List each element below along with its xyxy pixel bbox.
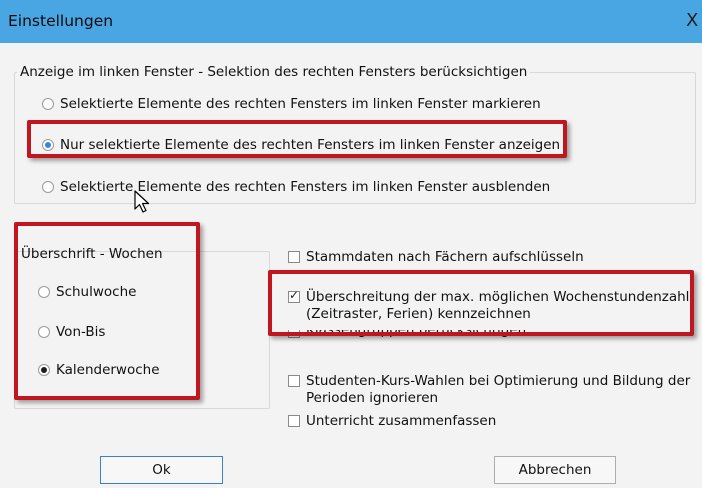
- checkbox[interactable]: [288, 375, 300, 387]
- mouse-cursor-icon: [134, 190, 150, 213]
- left-window-group-label: Anzeige im linken Fenster - Selektion de…: [17, 64, 531, 80]
- checkbox-studenten-kurs-label: Studenten-Kurs-Wahlen bei Optimierung un…: [306, 373, 691, 389]
- checkbox-studenten-kurs[interactable]: Studenten-Kurs-Wahlen bei Optimierung un…: [288, 373, 690, 407]
- highlight-box-checkbox: [268, 270, 694, 336]
- checkbox-stammdaten[interactable]: Stammdaten nach Fächern aufschlüsseln: [288, 249, 584, 265]
- checkbox[interactable]: [288, 415, 300, 427]
- close-icon[interactable]: X: [686, 10, 702, 31]
- radio-ausblenden[interactable]: Selektierte Elemente des rechten Fenster…: [42, 179, 550, 195]
- radio-markieren-label: Selektierte Elemente des rechten Fenster…: [60, 96, 541, 112]
- radio-markieren[interactable]: Selektierte Elemente des rechten Fenster…: [42, 96, 541, 112]
- checkbox[interactable]: [288, 251, 300, 263]
- checkbox-unterricht[interactable]: Unterricht zusammenfassen: [288, 413, 496, 429]
- checkbox-studenten-kurs-label-line2: Perioden ignorieren: [306, 390, 439, 406]
- highlight-box-option: [27, 120, 567, 158]
- cancel-button[interactable]: Abbrechen: [494, 456, 616, 484]
- title-bar: Einstellungen X: [0, 0, 702, 43]
- checkbox-unterricht-label: Unterricht zusammenfassen: [306, 413, 497, 429]
- highlight-box-weeks: [14, 222, 200, 400]
- radio-button[interactable]: [42, 98, 54, 110]
- checkbox-stammdaten-label: Stammdaten nach Fächern aufschlüsseln: [306, 249, 584, 265]
- window-title: Einstellungen: [8, 12, 114, 30]
- ok-button[interactable]: Ok: [100, 456, 223, 484]
- radio-button[interactable]: [42, 181, 54, 193]
- dialog-body: Anzeige im linken Fenster - Selektion de…: [0, 43, 702, 488]
